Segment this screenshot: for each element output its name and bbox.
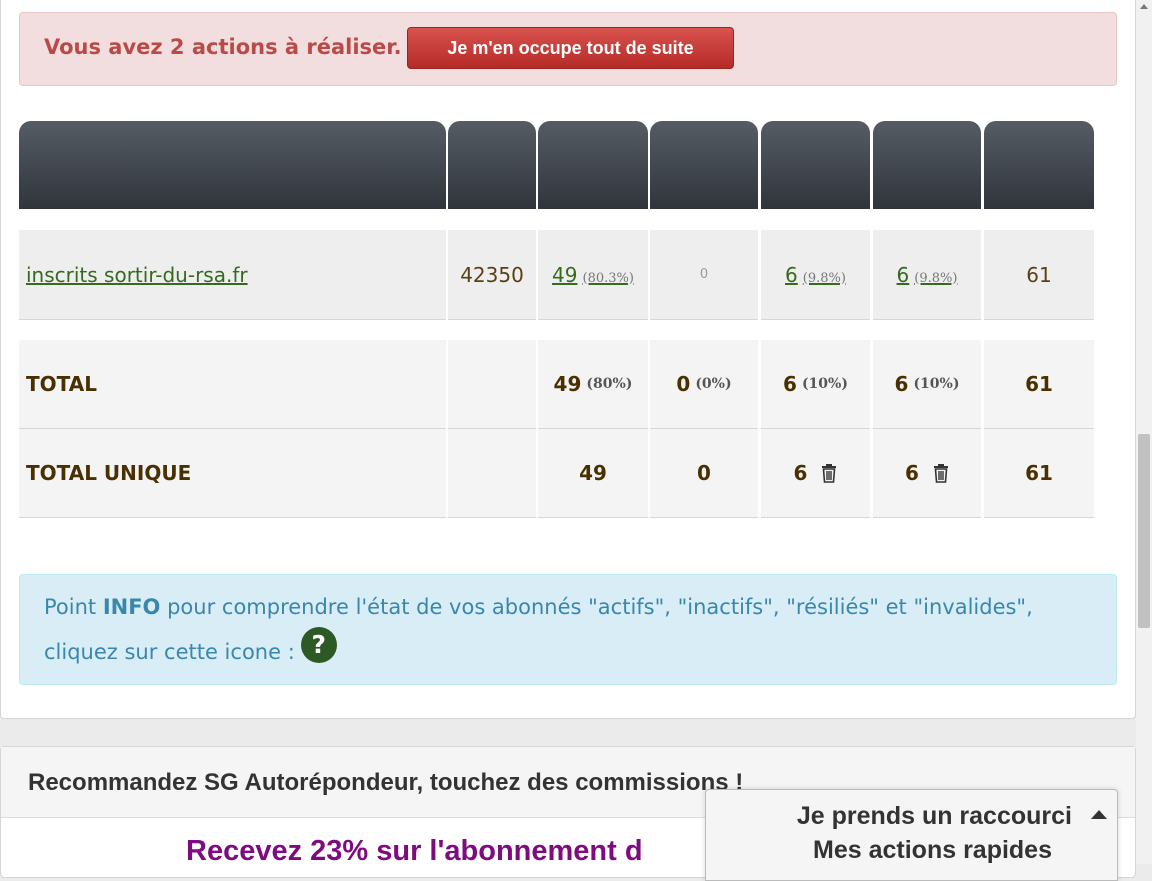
- actions-alert: Vous avez 2 actions à réaliser. Je m'en …: [19, 12, 1117, 86]
- resilies-cell: 6 (9.8%): [761, 230, 870, 320]
- trash-icon[interactable]: [933, 463, 949, 483]
- quick-actions-widget[interactable]: Je prends un raccourci Mes actions rapid…: [705, 789, 1118, 881]
- table-header-invalides[interactable]: [873, 121, 981, 209]
- info-box: Point INFO pour comprendre l'état de vos…: [19, 574, 1117, 685]
- table-header-name[interactable]: [19, 121, 446, 209]
- table-header-id[interactable]: [448, 121, 536, 209]
- total-unique-actifs: 49: [538, 429, 648, 518]
- total-inactifs: 0 (0%): [650, 340, 758, 429]
- total-unique-resilies: 6: [793, 461, 808, 485]
- total-id-cell: [448, 340, 536, 429]
- total-unique-total: 61: [984, 429, 1094, 518]
- list-id: 42350: [448, 230, 536, 320]
- total-resilies: 6 (10%): [761, 340, 870, 429]
- total-unique-invalides: 6: [905, 461, 919, 485]
- info-bold: INFO: [102, 595, 161, 619]
- table-header-total[interactable]: [984, 121, 1094, 209]
- caret-up-icon[interactable]: [1091, 810, 1107, 819]
- row-total: 61: [984, 230, 1094, 320]
- total-unique-label: TOTAL UNIQUE: [19, 429, 446, 518]
- total-actifs: 49 (80%): [538, 340, 648, 429]
- scroll-up-icon[interactable]: [1140, 4, 1148, 9]
- total-unique-inactifs: 0: [650, 429, 758, 518]
- invalides-link[interactable]: 6 (9.8%): [897, 263, 958, 287]
- info-line-2: cliquez sur cette icone :?: [44, 627, 337, 675]
- trash-icon[interactable]: [821, 463, 837, 483]
- total-unique-id-cell: [448, 429, 536, 518]
- info-line-1: Point INFO pour comprendre l'état de vos…: [44, 595, 1033, 619]
- inactifs-cell: 0: [650, 230, 758, 320]
- question-circle-icon[interactable]: ?: [300, 627, 337, 663]
- total-total: 61: [984, 340, 1094, 429]
- total-invalides: 6 (10%): [873, 340, 981, 429]
- quick-actions-title: Je prends un raccourci: [796, 802, 1072, 830]
- table-header-actifs[interactable]: [538, 121, 648, 209]
- total-label: TOTAL: [19, 340, 446, 429]
- actifs-cell: 49 (80.3%): [538, 230, 648, 320]
- total-unique-resilies-cell: 6: [761, 429, 870, 518]
- alert-message: Vous avez 2 actions à réaliser.: [44, 35, 402, 59]
- table-row-name-cell: inscrits sortir-du-rsa.fr: [19, 230, 446, 320]
- resilies-link[interactable]: 6 (9.8%): [785, 263, 846, 287]
- inactifs-value: 0: [699, 267, 709, 282]
- list-name-link[interactable]: inscrits sortir-du-rsa.fr: [26, 263, 248, 287]
- promo-text: Recevez 23% sur l'abonnement d: [186, 835, 643, 867]
- handle-actions-button[interactable]: Je m'en occupe tout de suite: [407, 27, 734, 69]
- actifs-link[interactable]: 49 (80.3%): [552, 263, 634, 287]
- table-header-inactifs[interactable]: [650, 121, 758, 209]
- scroll-thumb[interactable]: [1138, 434, 1150, 628]
- scrollbar[interactable]: [1136, 0, 1152, 864]
- invalides-cell: 6 (9.8%): [873, 230, 981, 320]
- quick-actions-subtitle: Mes actions rapides: [813, 836, 1052, 864]
- total-unique-invalides-cell: 6: [873, 429, 981, 518]
- recommend-title: Recommandez SG Autorépondeur, touchez de…: [28, 769, 744, 796]
- table-header-resilies[interactable]: [761, 121, 870, 209]
